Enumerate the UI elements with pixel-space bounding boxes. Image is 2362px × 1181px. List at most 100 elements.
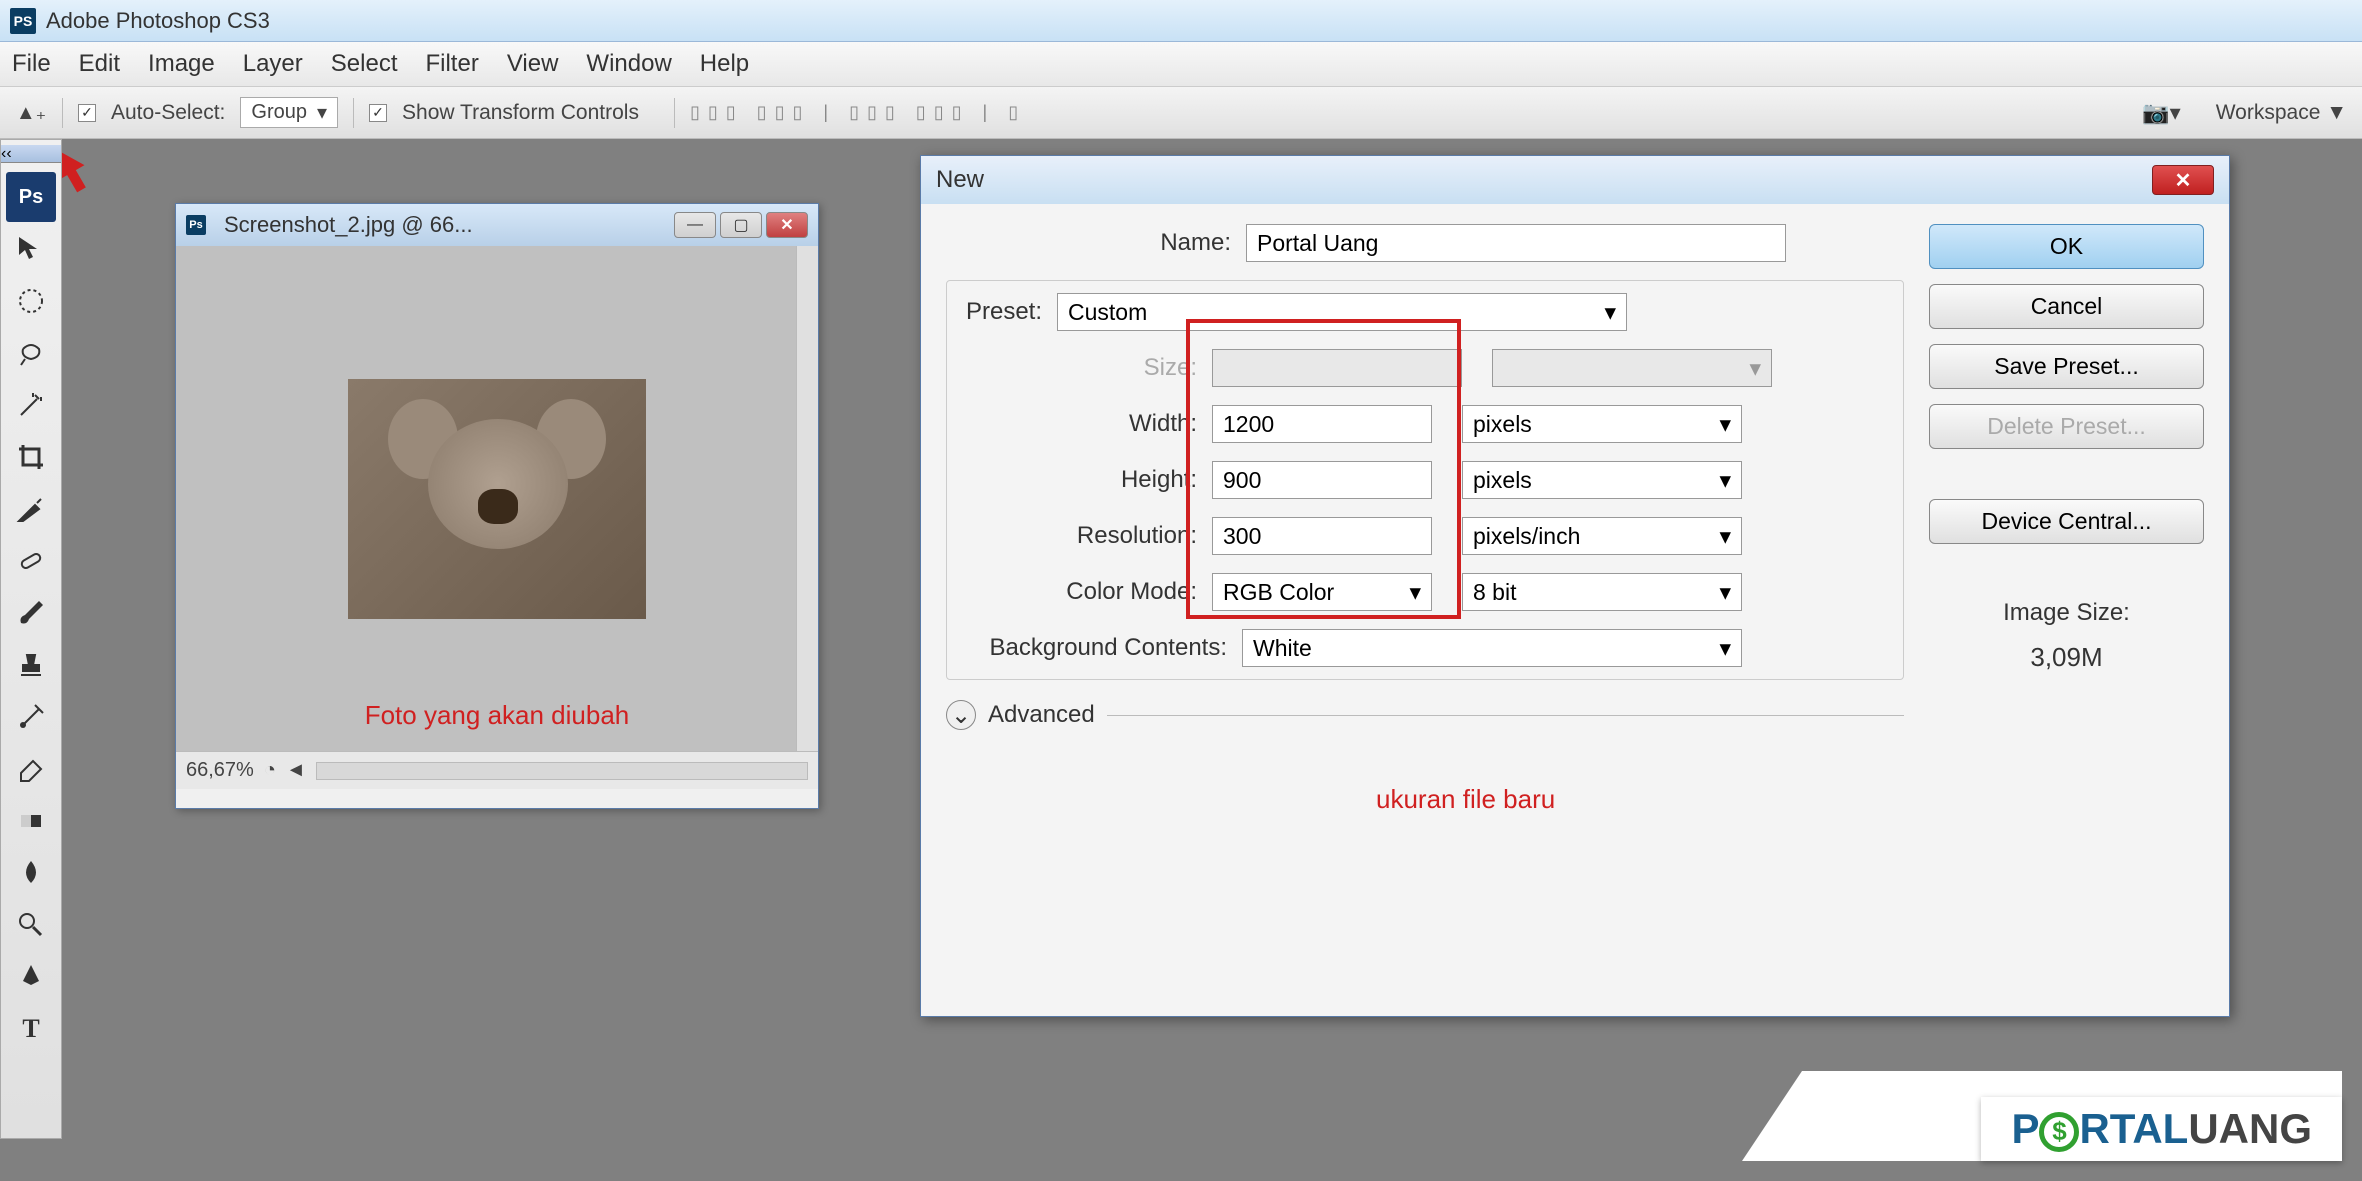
menu-select[interactable]: Select (331, 50, 398, 78)
toolbox: ‹‹ Ps T (0, 139, 62, 1139)
resolution-input[interactable] (1212, 517, 1432, 555)
annotation-caption: Foto yang akan diubah (176, 700, 818, 731)
status-icon[interactable]: ◔ (264, 759, 276, 782)
watermark: P$RTALUANG (1981, 1097, 2342, 1161)
width-unit-dropdown[interactable]: pixels▾ (1462, 405, 1742, 443)
align-icons[interactable]: ▯▯▯ ▯▯▯ | ▯▯▯ ▯▯▯ | ▯ (690, 102, 1026, 123)
titlebar: PS Adobe Photoshop CS3 (0, 0, 2362, 42)
autoselect-checkbox[interactable]: ✓ (78, 104, 96, 122)
advanced-label: Advanced (988, 701, 1095, 729)
colordepth-dropdown[interactable]: 8 bit▾ (1462, 573, 1742, 611)
zoom-level[interactable]: 66,67% (186, 759, 254, 782)
cancel-button[interactable]: Cancel (1929, 284, 2204, 329)
scrollbar-horizontal[interactable] (316, 762, 808, 780)
app-title: Adobe Photoshop CS3 (46, 8, 270, 34)
document-statusbar: 66,67% ◔ ◄ (176, 751, 818, 789)
doc-icon: Ps (186, 215, 206, 235)
height-input[interactable] (1212, 461, 1432, 499)
menu-file[interactable]: File (12, 50, 51, 78)
transform-checkbox[interactable]: ✓ (369, 104, 387, 122)
chevron-down-icon: ▾ (1409, 579, 1421, 606)
menu-filter[interactable]: Filter (425, 50, 478, 78)
chevron-down-icon: ▾ (1719, 579, 1731, 606)
preset-label: Preset: (957, 298, 1057, 326)
menu-edit[interactable]: Edit (79, 50, 120, 78)
stamp-tool[interactable] (6, 640, 56, 690)
autoselect-label: Auto-Select: (111, 101, 225, 125)
bg-dropdown[interactable]: White▾ (1242, 629, 1742, 667)
resolution-label: Resolution: (957, 522, 1212, 550)
document-canvas[interactable]: Foto yang akan diubah (176, 246, 818, 751)
option-bar: ▲₊ ✓ Auto-Select: Group▾ ✓ Show Transfor… (0, 87, 2362, 139)
width-input[interactable] (1212, 405, 1432, 443)
chevron-down-icon: ▾ (1604, 299, 1616, 326)
annotation-text: ukuran file baru (1376, 784, 1555, 815)
autoselect-dropdown[interactable]: Group▾ (240, 97, 338, 128)
resolution-unit-dropdown[interactable]: pixels/inch▾ (1462, 517, 1742, 555)
status-arrow-icon[interactable]: ◄ (286, 759, 306, 782)
image-preview (348, 379, 646, 619)
dialog-titlebar[interactable]: New ✕ (921, 156, 2229, 204)
maximize-button[interactable]: ▢ (720, 212, 762, 238)
ok-button[interactable]: OK (1929, 224, 2204, 269)
dodge-tool[interactable] (6, 900, 56, 950)
blur-tool[interactable] (6, 848, 56, 898)
ps-logo-icon: PS (10, 8, 36, 34)
dialog-title: New (936, 166, 984, 194)
minimize-button[interactable]: — (674, 212, 716, 238)
wand-tool[interactable] (6, 380, 56, 430)
transform-label: Show Transform Controls (402, 101, 639, 125)
menu-image[interactable]: Image (148, 50, 215, 78)
workspace-dropdown[interactable]: Workspace ▼ (2216, 101, 2347, 125)
slice-tool[interactable] (6, 484, 56, 534)
device-central-button[interactable]: Device Central... (1929, 499, 2204, 544)
delete-preset-button: Delete Preset... (1929, 404, 2204, 449)
move-tool-icon[interactable]: ▲₊ (15, 97, 47, 129)
size-dropdown (1212, 349, 1462, 387)
lasso-tool[interactable] (6, 328, 56, 378)
image-size-value: 3,09M (1929, 642, 2204, 673)
brush-tool[interactable] (6, 588, 56, 638)
preset-dropdown[interactable]: Custom▾ (1057, 293, 1627, 331)
chevron-down-icon: ▾ (1719, 635, 1731, 662)
goto-bridge-icon[interactable]: 📷▾ (2142, 100, 2180, 126)
close-button[interactable]: ✕ (766, 212, 808, 238)
dialog-close-button[interactable]: ✕ (2152, 165, 2214, 195)
image-size-label: Image Size: (1929, 599, 2204, 627)
scrollbar-vertical[interactable] (796, 246, 818, 751)
heal-tool[interactable] (6, 536, 56, 586)
marquee-tool[interactable] (6, 276, 56, 326)
size-unit-dropdown: ▾ (1492, 349, 1772, 387)
chevron-down-icon: ▾ (1719, 467, 1731, 494)
save-preset-button[interactable]: Save Preset... (1929, 344, 2204, 389)
width-label: Width: (957, 410, 1212, 438)
bg-label: Background Contents: (957, 634, 1242, 662)
eraser-tool[interactable] (6, 744, 56, 794)
chevron-down-icon: ▾ (1719, 411, 1731, 438)
history-brush-tool[interactable] (6, 692, 56, 742)
document-title: Screenshot_2.jpg @ 66... (224, 212, 473, 238)
name-input[interactable] (1246, 224, 1786, 262)
ps-icon: Ps (6, 172, 56, 222)
size-label: Size: (957, 354, 1212, 382)
dollar-icon: $ (2039, 1112, 2079, 1152)
type-tool[interactable]: T (6, 1004, 56, 1054)
menu-layer[interactable]: Layer (243, 50, 303, 78)
pen-tool[interactable] (6, 952, 56, 1002)
advanced-toggle[interactable]: ⌄ (946, 700, 976, 730)
colormode-dropdown[interactable]: RGB Color▾ (1212, 573, 1432, 611)
chevron-down-icon: ▾ (1719, 523, 1731, 550)
crop-tool[interactable] (6, 432, 56, 482)
height-unit-dropdown[interactable]: pixels▾ (1462, 461, 1742, 499)
menu-view[interactable]: View (507, 50, 559, 78)
move-tool[interactable] (6, 224, 56, 274)
gradient-tool[interactable] (6, 796, 56, 846)
menu-window[interactable]: Window (586, 50, 671, 78)
new-dialog: New ✕ Name: Preset: Custom▾ Size: (920, 155, 2230, 1017)
document-titlebar[interactable]: Ps Screenshot_2.jpg @ 66... — ▢ ✕ (176, 204, 818, 246)
height-label: Height: (957, 466, 1212, 494)
menu-help[interactable]: Help (700, 50, 749, 78)
document-window: Ps Screenshot_2.jpg @ 66... — ▢ ✕ Foto y… (175, 203, 819, 809)
name-label: Name: (946, 229, 1246, 257)
toolbox-grip[interactable]: ‹‹ (1, 145, 61, 163)
